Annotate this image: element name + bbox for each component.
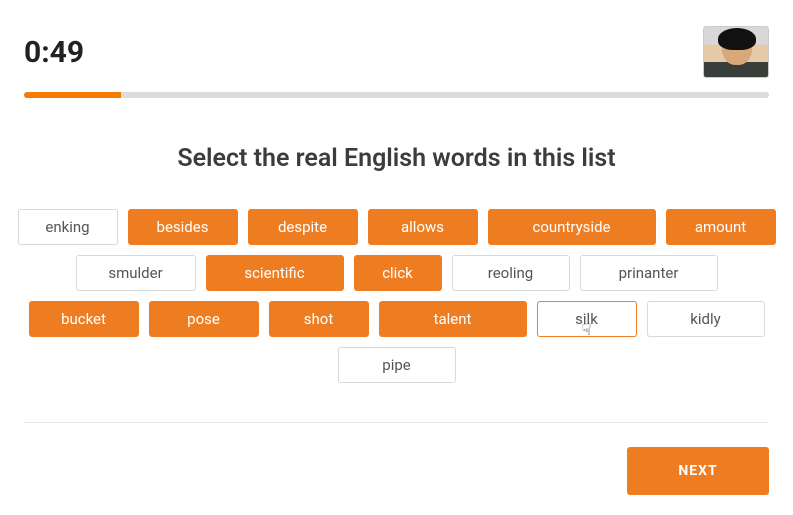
progress-bar xyxy=(24,92,769,98)
word-option[interactable]: countryside xyxy=(488,209,656,245)
cursor-icon: ☟ xyxy=(582,320,592,339)
word-option[interactable]: scientific xyxy=(206,255,344,291)
word-option[interactable]: bucket xyxy=(29,301,139,337)
word-option[interactable]: shot xyxy=(269,301,369,337)
word-option[interactable]: reoling xyxy=(452,255,570,291)
word-option[interactable]: besides xyxy=(128,209,238,245)
progress-fill xyxy=(24,92,121,98)
word-option[interactable]: despite xyxy=(248,209,358,245)
word-option[interactable]: click xyxy=(354,255,442,291)
word-option[interactable]: silk☟ xyxy=(537,301,637,337)
word-option[interactable]: pipe xyxy=(338,347,456,383)
word-option[interactable]: pose xyxy=(149,301,259,337)
next-button[interactable]: NEXT xyxy=(627,447,769,495)
divider xyxy=(24,422,769,423)
word-option[interactable]: talent xyxy=(379,301,527,337)
word-option[interactable]: enking xyxy=(18,209,118,245)
word-grid: enking besides despite allows countryside amo… xyxy=(0,209,793,383)
webcam-preview xyxy=(703,26,769,78)
word-option[interactable]: prinanter xyxy=(580,255,718,291)
word-option[interactable]: smulder xyxy=(76,255,196,291)
word-option[interactable]: kidly xyxy=(647,301,765,337)
word-option[interactable]: allows xyxy=(368,209,478,245)
timer: 0:49 xyxy=(24,35,84,70)
instruction-title: Select the real English words in this li… xyxy=(0,144,793,173)
word-option[interactable]: amount xyxy=(666,209,776,245)
